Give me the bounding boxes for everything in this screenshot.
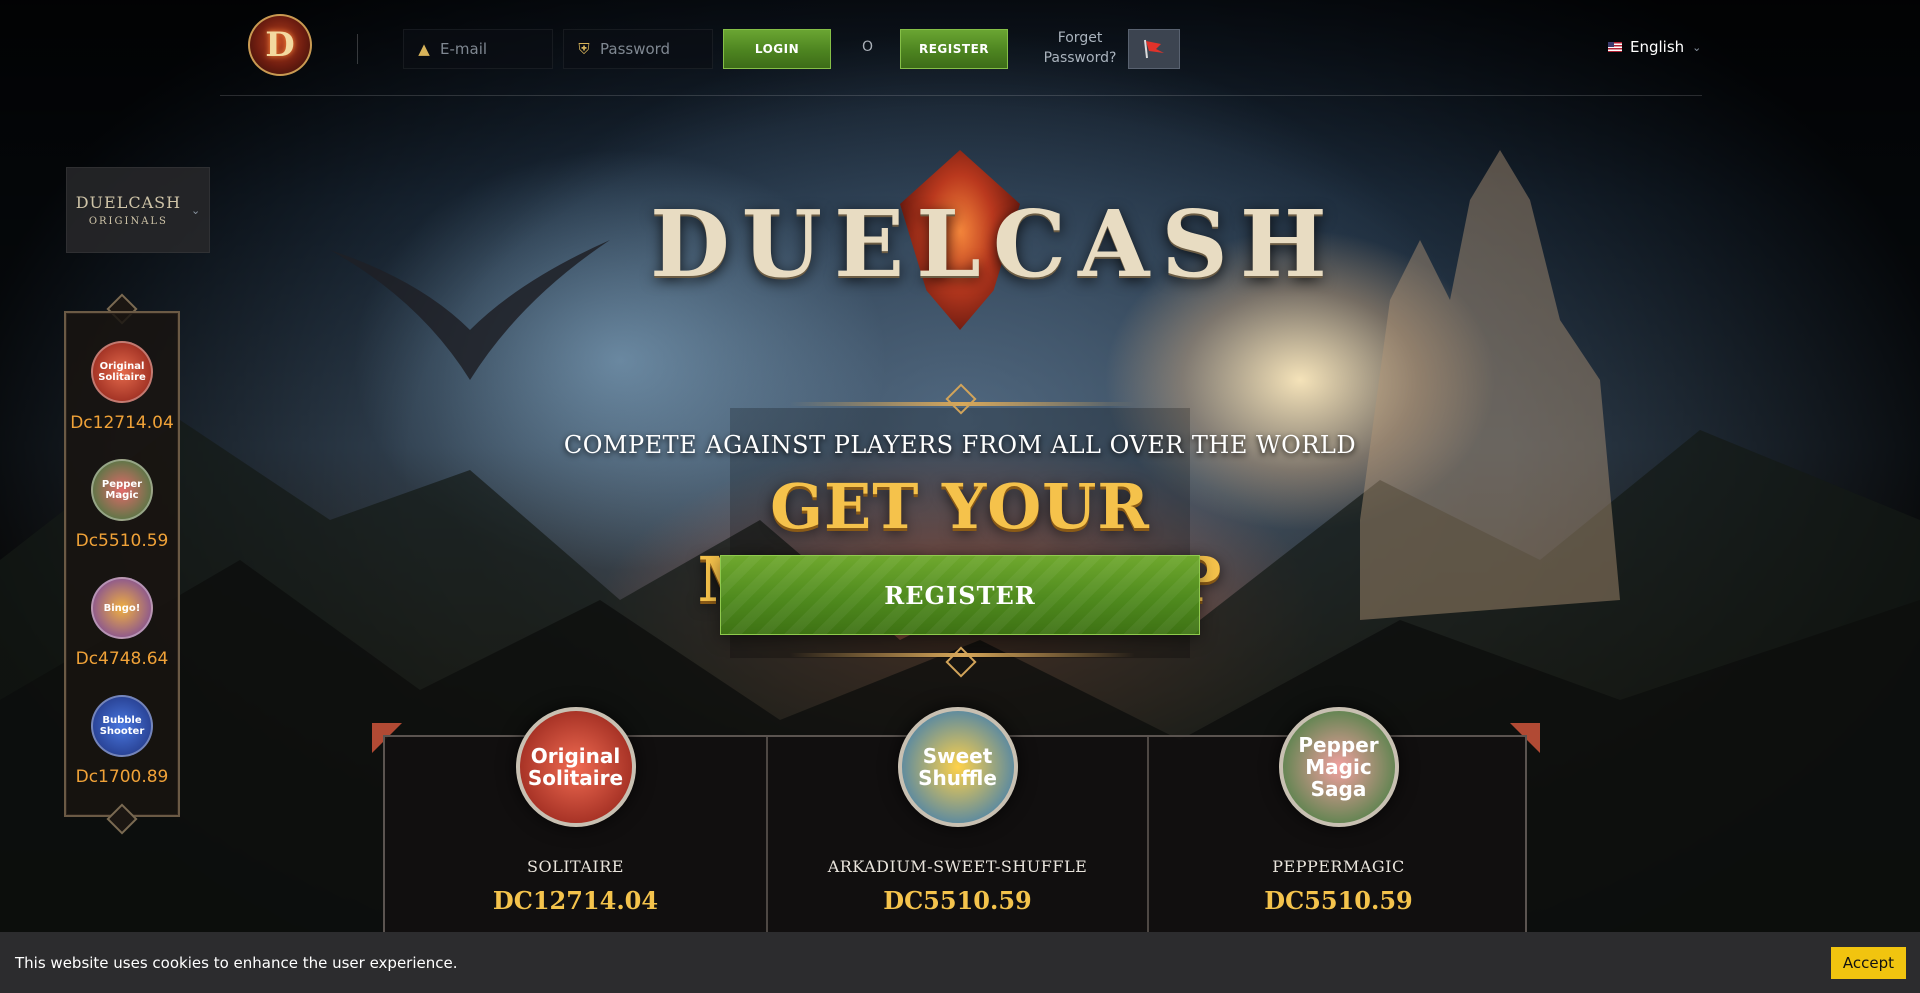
solitaire-icon: Original Solitaire xyxy=(91,341,153,403)
game-value: DC12714.04 xyxy=(492,886,659,915)
cookie-banner: This website uses cookies to enhance the… xyxy=(0,932,1920,993)
list-item[interactable]: Bingo! Dc4748.64 xyxy=(66,577,178,669)
register-button[interactable]: REGISTER xyxy=(900,29,1008,69)
originals-line-2: ORIGINALS xyxy=(88,216,168,227)
pepper-magic-icon: Pepper Magic xyxy=(91,459,153,521)
game-value: DC5510.59 xyxy=(883,886,1032,915)
accept-cookies-button[interactable]: Accept xyxy=(1830,946,1906,979)
game-name: ARKADIUM-SWEET-SHUFFLE xyxy=(827,857,1088,876)
password-input[interactable] xyxy=(600,40,710,58)
email-field[interactable]: ▲ xyxy=(403,29,553,69)
pepper-magic-icon: Pepper Magic Saga xyxy=(1278,707,1399,827)
list-item[interactable]: Original Solitaire Dc12714.04 xyxy=(66,341,178,433)
language-label: English xyxy=(1630,38,1685,56)
originals-logo: DUELCASH ORIGINALS xyxy=(76,193,181,227)
duelcash-logo[interactable]: D xyxy=(248,14,312,76)
originals-dropdown[interactable]: DUELCASH ORIGINALS ⌄ xyxy=(66,167,210,253)
language-selector[interactable]: English ⌄ xyxy=(1608,38,1701,56)
sweet-shuffle-icon: Sweet Shuffle xyxy=(897,707,1018,827)
solitaire-icon: Original Solitaire xyxy=(515,707,636,827)
top-header: D ▲ ⛨ LOGIN O REGISTER Forget Password? … xyxy=(220,0,1702,96)
chevron-down-icon: ⌄ xyxy=(191,203,201,217)
or-separator: O xyxy=(862,39,874,55)
game-name: SOLITAIRE xyxy=(527,857,624,876)
list-item[interactable]: Bubble Shooter Dc1700.89 xyxy=(66,695,178,787)
game-value: DC5510.59 xyxy=(1264,886,1413,915)
forget-line-2: Password? xyxy=(1043,50,1117,66)
game-card[interactable]: Sweet Shuffle ARKADIUM-SWEET-SHUFFLE DC5… xyxy=(766,707,1147,937)
game-card[interactable]: Pepper Magic Saga PEPPERMAGIC DC5510.59 xyxy=(1147,707,1528,937)
list-item-value: Dc4748.64 xyxy=(75,649,169,669)
side-game-list: Original Solitaire Dc12714.04 Pepper Mag… xyxy=(64,311,180,817)
forget-password-link[interactable]: Forget Password? xyxy=(1038,28,1122,68)
list-item-value: Dc5510.59 xyxy=(75,531,169,551)
bubble-shooter-icon: Bubble Shooter xyxy=(91,695,153,757)
cookie-message: This website uses cookies to enhance the… xyxy=(15,953,458,972)
list-item-value: Dc12714.04 xyxy=(70,413,174,433)
hero-register-button[interactable]: REGISTER xyxy=(720,555,1200,635)
report-flag-button[interactable] xyxy=(1128,29,1180,69)
list-item-value: Dc1700.89 xyxy=(75,767,169,787)
us-flag-icon xyxy=(1608,42,1622,52)
shield-icon: ⛨ xyxy=(578,40,590,58)
password-field[interactable]: ⛨ xyxy=(563,29,713,69)
bingo-icon: Bingo! xyxy=(91,577,153,639)
game-name: PEPPERMAGIC xyxy=(1272,857,1405,876)
featured-games: Original Solitaire SOLITAIRE DC12714.04 … xyxy=(383,707,1528,937)
originals-line-1: DUELCASH xyxy=(75,193,182,212)
game-card[interactable]: Original Solitaire SOLITAIRE DC12714.04 xyxy=(385,707,766,937)
brand-title: DUELCASH xyxy=(650,190,1339,298)
list-item[interactable]: Pepper Magic Dc5510.59 xyxy=(66,459,178,551)
login-button[interactable]: LOGIN xyxy=(723,29,831,69)
chevron-down-icon: ⌄ xyxy=(1692,40,1702,54)
hero-tagline: COMPETE AGAINST PLAYERS FROM ALL OVER TH… xyxy=(563,431,1357,459)
header-divider xyxy=(357,34,358,64)
helmet-icon: ▲ xyxy=(418,40,430,58)
email-input[interactable] xyxy=(440,40,550,58)
flag-icon xyxy=(1144,39,1164,59)
forget-line-1: Forget xyxy=(1057,30,1103,46)
